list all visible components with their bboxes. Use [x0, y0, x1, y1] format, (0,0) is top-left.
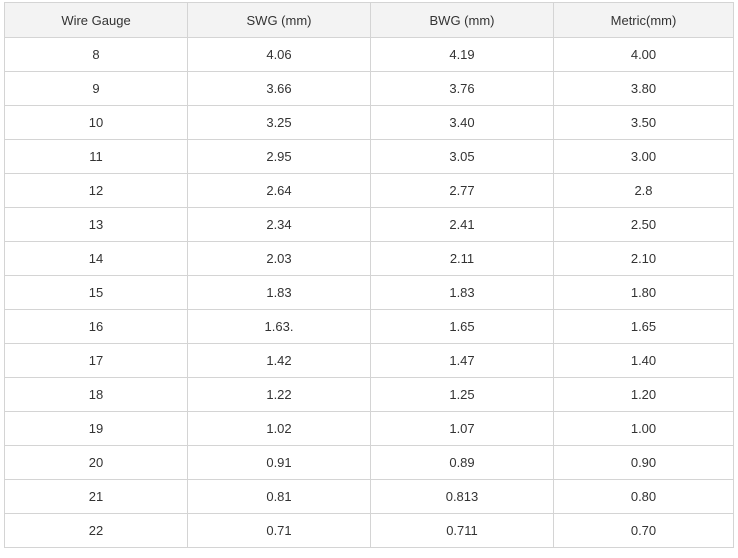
table-row: 20 0.91 0.89 0.90 [4, 445, 734, 480]
cell-swg: 2.03 [187, 241, 371, 276]
cell-swg: 1.02 [187, 411, 371, 446]
cell-swg: 3.25 [187, 105, 371, 140]
cell-metric: 0.70 [553, 513, 734, 548]
header-metric: Metric(mm) [553, 2, 734, 38]
table-row: 18 1.22 1.25 1.20 [4, 377, 734, 412]
cell-metric: 3.00 [553, 139, 734, 174]
cell-swg: 0.71 [187, 513, 371, 548]
table-row: 12 2.64 2.77 2.8 [4, 173, 734, 208]
cell-metric: 1.65 [553, 309, 734, 344]
cell-wire-gauge: 10 [4, 105, 188, 140]
header-wire-gauge: Wire Gauge [4, 2, 188, 38]
cell-bwg: 3.05 [370, 139, 554, 174]
cell-bwg: 0.711 [370, 513, 554, 548]
cell-wire-gauge: 17 [4, 343, 188, 378]
cell-swg: 0.81 [187, 479, 371, 514]
header-row: Wire Gauge SWG (mm) BWG (mm) Metric(mm) [4, 2, 734, 38]
cell-bwg: 1.65 [370, 309, 554, 344]
table-row: 13 2.34 2.41 2.50 [4, 207, 734, 242]
cell-wire-gauge: 20 [4, 445, 188, 480]
cell-swg: 1.42 [187, 343, 371, 378]
cell-bwg: 2.11 [370, 241, 554, 276]
cell-bwg: 0.89 [370, 445, 554, 480]
table-row: 9 3.66 3.76 3.80 [4, 71, 734, 106]
table-row: 15 1.83 1.83 1.80 [4, 275, 734, 310]
cell-metric: 4.00 [553, 37, 734, 72]
cell-swg: 2.34 [187, 207, 371, 242]
cell-bwg: 3.76 [370, 71, 554, 106]
cell-swg: 3.66 [187, 71, 371, 106]
cell-metric: 1.40 [553, 343, 734, 378]
cell-metric: 2.50 [553, 207, 734, 242]
cell-wire-gauge: 8 [4, 37, 188, 72]
cell-swg: 4.06 [187, 37, 371, 72]
cell-wire-gauge: 19 [4, 411, 188, 446]
cell-metric: 1.00 [553, 411, 734, 446]
cell-wire-gauge: 16 [4, 309, 188, 344]
cell-wire-gauge: 21 [4, 479, 188, 514]
cell-metric: 2.10 [553, 241, 734, 276]
table-row: 11 2.95 3.05 3.00 [4, 139, 734, 174]
cell-metric: 2.8 [553, 173, 734, 208]
cell-bwg: 1.47 [370, 343, 554, 378]
table-row: 10 3.25 3.40 3.50 [4, 105, 734, 140]
cell-bwg: 2.77 [370, 173, 554, 208]
cell-metric: 1.20 [553, 377, 734, 412]
table-row: 16 1.63. 1.65 1.65 [4, 309, 734, 344]
table-row: 21 0.81 0.813 0.80 [4, 479, 734, 514]
cell-bwg: 1.25 [370, 377, 554, 412]
table-header: Wire Gauge SWG (mm) BWG (mm) Metric(mm) [4, 2, 734, 38]
header-swg: SWG (mm) [187, 2, 371, 38]
cell-swg: 2.95 [187, 139, 371, 174]
cell-wire-gauge: 9 [4, 71, 188, 106]
cell-metric: 0.80 [553, 479, 734, 514]
cell-bwg: 3.40 [370, 105, 554, 140]
cell-wire-gauge: 12 [4, 173, 188, 208]
cell-swg: 1.63. [187, 309, 371, 344]
cell-metric: 3.50 [553, 105, 734, 140]
table-row: 17 1.42 1.47 1.40 [4, 343, 734, 378]
cell-swg: 1.22 [187, 377, 371, 412]
header-bwg: BWG (mm) [370, 2, 554, 38]
cell-wire-gauge: 22 [4, 513, 188, 548]
table-row: 8 4.06 4.19 4.00 [4, 37, 734, 72]
cell-swg: 0.91 [187, 445, 371, 480]
cell-wire-gauge: 11 [4, 139, 188, 174]
cell-wire-gauge: 18 [4, 377, 188, 412]
cell-wire-gauge: 13 [4, 207, 188, 242]
cell-metric: 0.90 [553, 445, 734, 480]
cell-bwg: 1.83 [370, 275, 554, 310]
cell-metric: 1.80 [553, 275, 734, 310]
cell-swg: 2.64 [187, 173, 371, 208]
page: Wire Gauge SWG (mm) BWG (mm) Metric(mm) … [0, 0, 738, 558]
cell-bwg: 2.41 [370, 207, 554, 242]
cell-bwg: 4.19 [370, 37, 554, 72]
table-row: 14 2.03 2.11 2.10 [4, 241, 734, 276]
cell-wire-gauge: 15 [4, 275, 188, 310]
table-row: 19 1.02 1.07 1.00 [4, 411, 734, 446]
cell-bwg: 1.07 [370, 411, 554, 446]
table-row: 22 0.71 0.711 0.70 [4, 513, 734, 548]
table-body: 8 4.06 4.19 4.00 9 3.66 3.76 3.80 10 3.25 3.40 3.50… [4, 37, 734, 548]
cell-bwg: 0.813 [370, 479, 554, 514]
cell-swg: 1.83 [187, 275, 371, 310]
wire-gauge-table: Wire Gauge SWG (mm) BWG (mm) Metric(mm) … [4, 2, 734, 548]
cell-wire-gauge: 14 [4, 241, 188, 276]
cell-metric: 3.80 [553, 71, 734, 106]
